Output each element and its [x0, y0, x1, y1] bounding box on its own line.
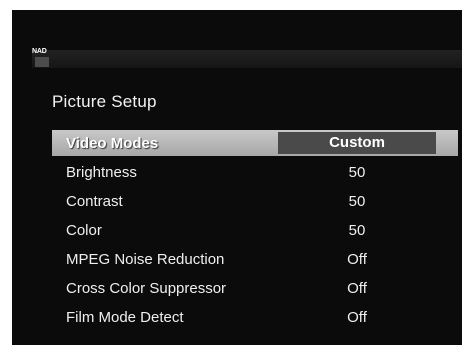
menu-item-contrast[interactable]: Contrast 50: [52, 188, 458, 214]
menu-item-label: Video Modes: [66, 135, 159, 152]
page-title: Picture Setup: [52, 92, 157, 111]
menu-item-value: Off: [347, 251, 367, 268]
menu-item-label: Color: [66, 222, 102, 239]
nad-logo: NAD: [32, 48, 56, 72]
menu-item-video-modes[interactable]: Video Modes Custom: [52, 130, 458, 156]
menu-item-label: MPEG Noise Reduction: [66, 251, 225, 268]
menu-item-film-mode-detect[interactable]: Film Mode Detect Off: [52, 304, 458, 330]
picture-setup-menu: Video Modes Custom Brightness 50 Contras…: [52, 130, 458, 340]
top-bar: [32, 50, 462, 68]
menu-item-value: 50: [348, 222, 366, 239]
menu-item-mpeg-noise-reduction[interactable]: MPEG Noise Reduction Off: [52, 246, 458, 272]
menu-item-label: Cross Color Suppressor: [66, 280, 227, 297]
logo-block-icon: [35, 57, 49, 67]
menu-item-label: Brightness: [66, 164, 137, 181]
menu-item-color[interactable]: Color 50: [52, 217, 458, 243]
menu-item-label: Contrast: [66, 193, 123, 210]
menu-item-value: Custom: [329, 134, 385, 151]
tv-osd-screen: NAD Picture Setup Video Modes Custom Bri…: [12, 10, 462, 345]
menu-item-brightness[interactable]: Brightness 50: [52, 159, 458, 185]
menu-item-label: Film Mode Detect: [66, 309, 184, 326]
menu-item-cross-color-suppressor[interactable]: Cross Color Suppressor Off: [52, 275, 458, 301]
menu-item-value: 50: [348, 164, 366, 181]
logo-text: NAD: [32, 48, 47, 55]
menu-item-value: Off: [347, 309, 367, 326]
menu-item-value: 50: [348, 193, 366, 210]
menu-item-value: Off: [347, 280, 367, 297]
